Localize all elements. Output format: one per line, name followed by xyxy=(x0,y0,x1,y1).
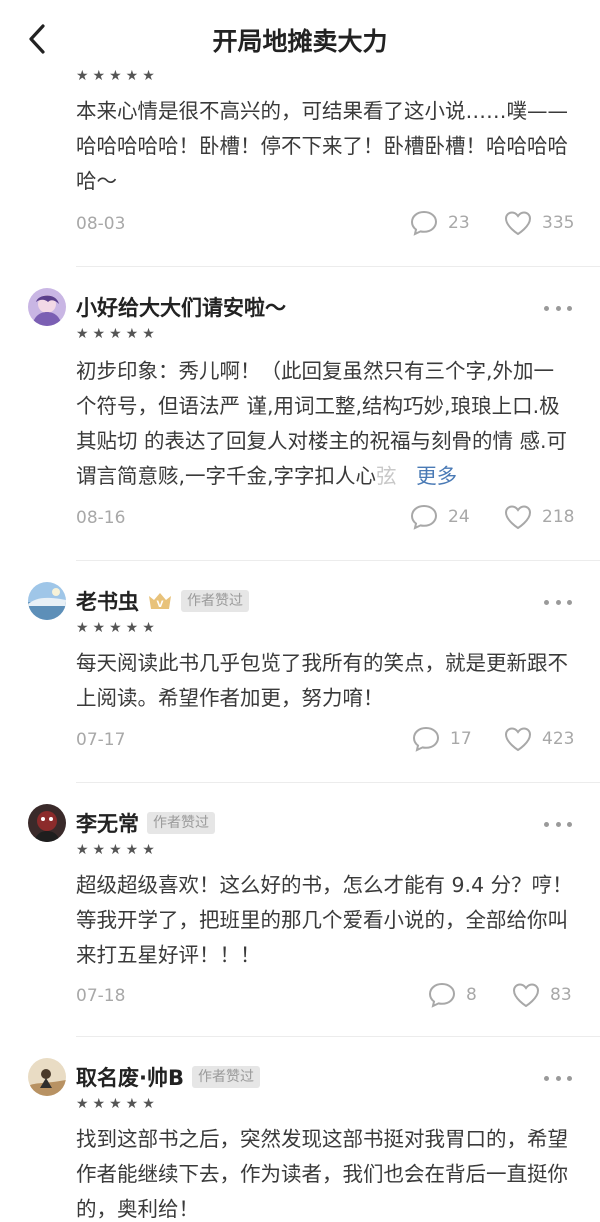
faded-text: 弦 xyxy=(376,464,397,488)
star-rating: ★★★★★ xyxy=(76,842,159,858)
review-date: 08-03 xyxy=(76,214,126,234)
like-button[interactable]: 335 xyxy=(504,210,574,236)
review-content: 每天阅读此书几乎包览了我所有的笑点，就是更新跟不上阅读。希望作者加更，努力唷！ xyxy=(76,651,568,710)
comment-count: 8 xyxy=(466,985,477,1005)
comment-icon xyxy=(410,504,438,530)
star-rating: ★★★★★ xyxy=(76,1096,159,1112)
heart-icon xyxy=(504,211,532,236)
comment-count: 24 xyxy=(448,507,470,527)
like-count: 83 xyxy=(550,985,572,1005)
star-rating: ★★★★★ xyxy=(76,620,159,636)
review-date: 07-18 xyxy=(76,986,126,1006)
expand-more-link[interactable]: 更多 xyxy=(416,464,457,488)
author-liked-badge: 作者赞过 xyxy=(181,590,249,612)
svg-text:V: V xyxy=(157,600,164,610)
divider xyxy=(76,266,600,267)
review-date: 08-16 xyxy=(76,508,126,528)
review-meta: 07-18 8 83 xyxy=(76,982,572,1012)
like-button[interactable]: 218 xyxy=(504,504,574,530)
star-rating: ★★★★★ xyxy=(76,68,159,84)
review-content: 初步印象：秀儿啊！（此回复虽然只有三个字,外加一个符号，但语法严 谨,用词工整,… xyxy=(76,354,574,494)
avatar[interactable] xyxy=(28,804,66,842)
comment-button[interactable]: 24 xyxy=(410,504,470,530)
username[interactable]: 取名废·帅B xyxy=(76,1062,184,1092)
comment-button[interactable]: 8 xyxy=(428,982,477,1008)
comment-icon xyxy=(410,210,438,236)
heart-icon xyxy=(512,983,540,1008)
more-options-icon[interactable] xyxy=(544,592,572,612)
divider xyxy=(76,1036,600,1037)
avatar[interactable] xyxy=(28,582,66,620)
like-count: 218 xyxy=(542,507,575,527)
comment-icon xyxy=(428,982,456,1008)
author-liked-badge: 作者赞过 xyxy=(191,1066,260,1088)
page-title: 开局地摊卖大力 xyxy=(212,27,388,56)
username[interactable]: 李无常 xyxy=(76,808,139,838)
user-row: 李无常 作者赞过 xyxy=(76,806,215,840)
review-meta: 08-16 24 218 xyxy=(76,504,574,534)
more-options-icon[interactable] xyxy=(544,298,572,318)
more-options-icon[interactable] xyxy=(544,814,572,834)
heart-icon xyxy=(504,505,532,530)
username[interactable]: 小好给大大们请安啦～ xyxy=(76,292,286,322)
comment-count: 17 xyxy=(450,729,472,749)
avatar[interactable] xyxy=(28,288,66,326)
avatar[interactable] xyxy=(28,1058,66,1096)
review-content: 找到这部书之后，突然发现这部书挺对我胃口的，希望作者能继续下去，作为读者，我们也… xyxy=(76,1127,568,1221)
like-button[interactable]: 423 xyxy=(504,726,574,752)
more-options-icon[interactable] xyxy=(544,1068,572,1088)
username[interactable]: 老书虫 xyxy=(76,586,139,616)
user-row: 取名废·帅B 作者赞过 xyxy=(76,1060,260,1094)
review-meta: 07-17 17 423 xyxy=(76,726,574,756)
comment-button[interactable]: 17 xyxy=(412,726,472,752)
review-content: 本来心情是很不高兴的，可结果看了这小说……噗——哈哈哈哈哈！卧槽！停不下来了！卧… xyxy=(76,99,568,193)
user-row: 老书虫 V 作者赞过 xyxy=(76,584,249,618)
like-button[interactable]: 83 xyxy=(512,982,572,1008)
heart-icon xyxy=(504,727,532,752)
comment-icon xyxy=(412,726,440,752)
review-content: 超级超级喜欢！这么好的书，怎么才能有 9.4 分？哼！等我开学了，把班里的那几个… xyxy=(76,873,573,967)
like-count: 423 xyxy=(542,729,575,749)
user-row: 小好给大大们请安啦～ xyxy=(76,290,286,324)
divider xyxy=(76,782,600,783)
author-liked-badge: 作者赞过 xyxy=(147,812,215,834)
review-date: 07-17 xyxy=(76,730,126,750)
review-meta: 08-03 23 335 xyxy=(76,210,574,240)
star-rating: ★★★★★ xyxy=(76,326,159,342)
top-nav-bar: 开局地摊卖大力 xyxy=(0,0,600,72)
comment-button[interactable]: 23 xyxy=(410,210,470,236)
vip-crown-icon: V xyxy=(147,590,173,612)
comment-count: 23 xyxy=(448,213,470,233)
like-count: 335 xyxy=(542,213,575,233)
divider xyxy=(76,560,600,561)
review-text: 初步印象：秀儿啊！（此回复虽然只有三个字,外加一个符号，但语法严 谨,用词工整,… xyxy=(76,359,568,488)
